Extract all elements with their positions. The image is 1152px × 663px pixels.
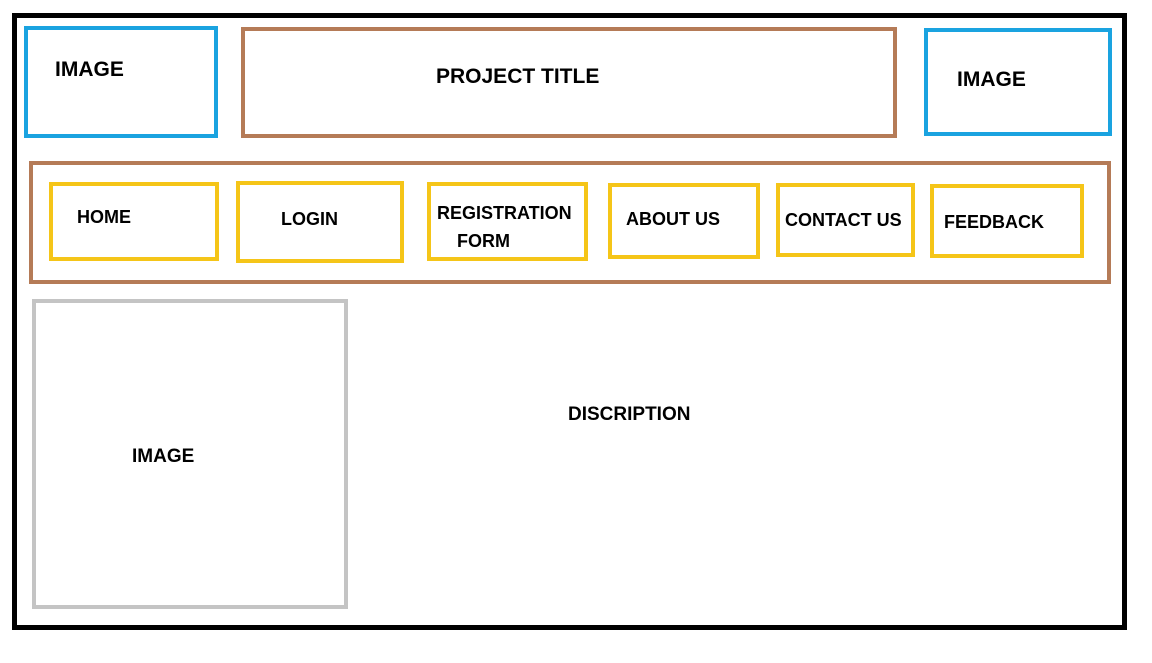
nav-feedback-button[interactable]: FEEDBACK — [930, 184, 1084, 258]
nav-home-label: HOME — [77, 207, 131, 227]
nav-about-us-button[interactable]: ABOUT US — [608, 183, 760, 259]
nav-feedback-label: FEEDBACK — [944, 212, 1045, 232]
header-right-image-box: IMAGE — [924, 28, 1112, 136]
content-description: DISCRIPTION — [568, 404, 691, 425]
nav-contact-us-button[interactable]: CONTACT US — [776, 183, 915, 257]
nav-login-label: LOGIN — [281, 209, 338, 229]
nav-registration-label-line2: FORM — [457, 231, 510, 251]
header-left-image-box: IMAGE — [24, 26, 218, 138]
project-title-box: PROJECT TITLE — [241, 27, 897, 138]
nav-registration-label-line1: REGISTRATION — [437, 203, 572, 223]
nav-home-button[interactable]: HOME — [49, 182, 219, 261]
header-left-image-label: IMAGE — [55, 58, 124, 81]
content-image-label: IMAGE — [132, 446, 195, 467]
project-title: PROJECT TITLE — [436, 65, 600, 88]
nav-contact-us-label: CONTACT US — [785, 210, 902, 230]
header-right-image-label: IMAGE — [957, 68, 1026, 91]
nav-about-us-label: ABOUT US — [626, 209, 720, 229]
content-image-box: IMAGE — [32, 299, 348, 609]
nav-registration-form-button[interactable]: REGISTRATION FORM — [427, 182, 588, 261]
nav-login-button[interactable]: LOGIN — [236, 181, 404, 263]
